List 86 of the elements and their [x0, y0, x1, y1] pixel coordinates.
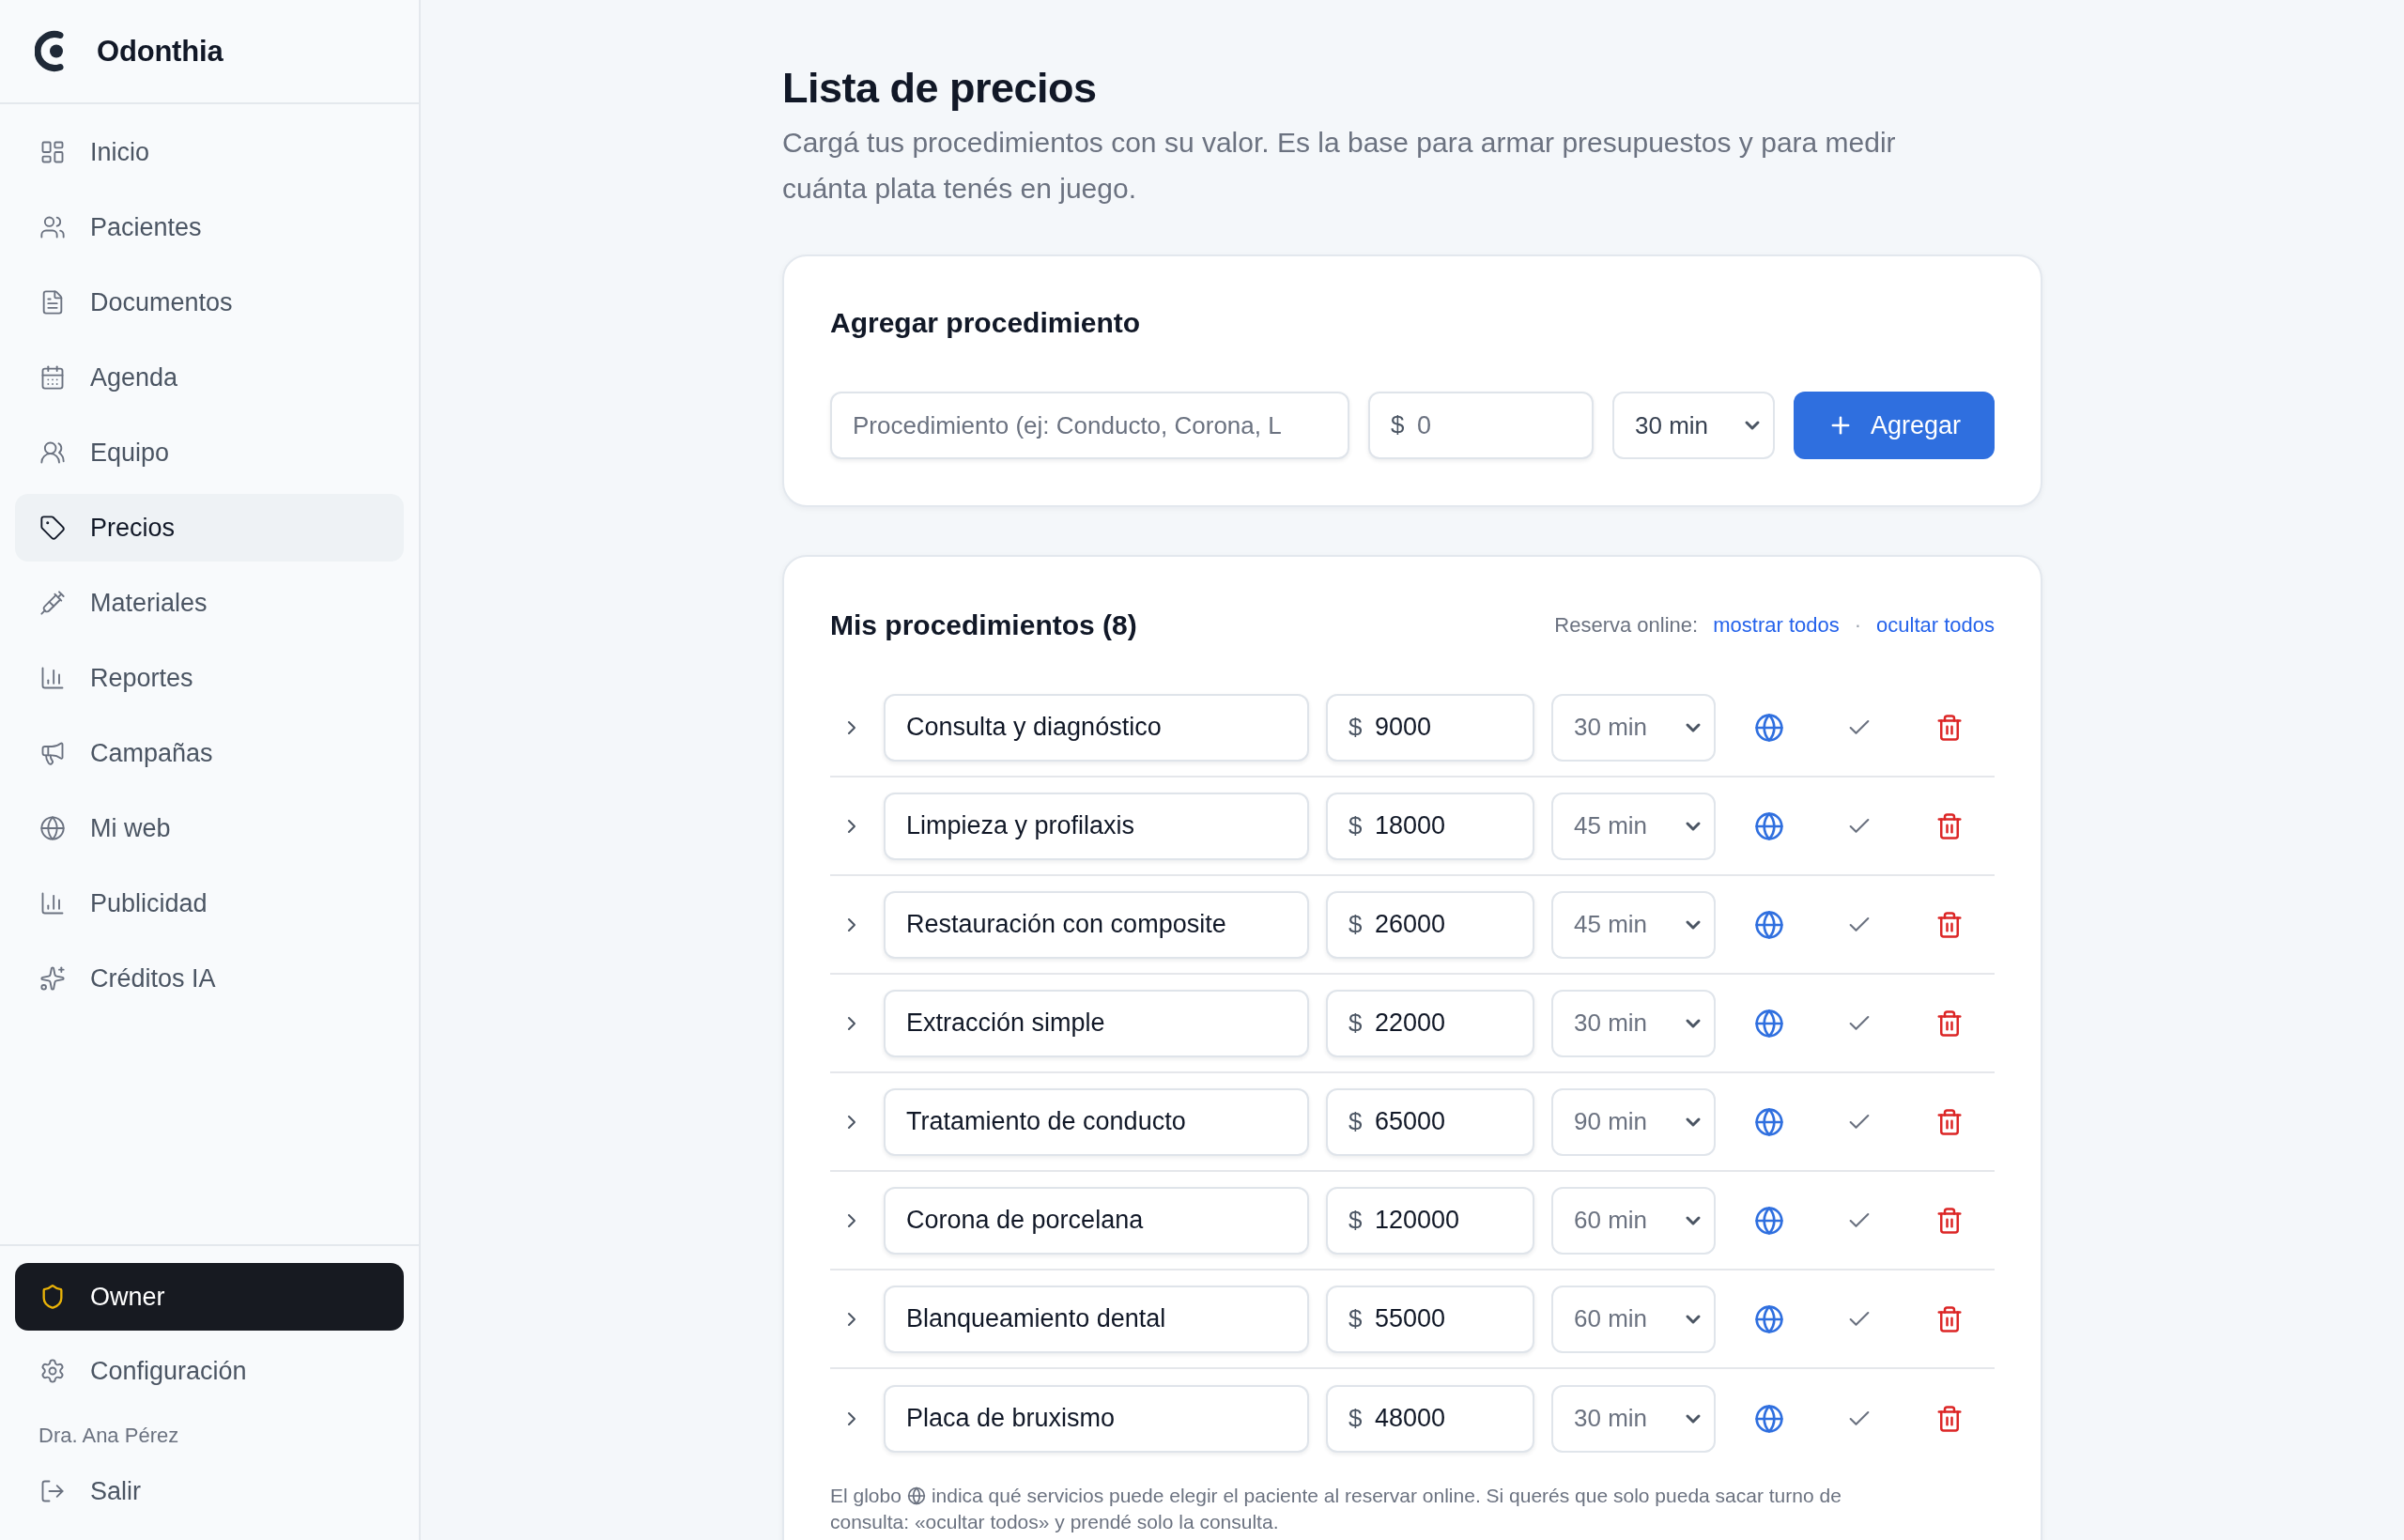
globe-icon[interactable] [1754, 909, 1784, 940]
footnote-text: indica qué servicios puede elegir el paciente al reservar online. Si querés que solo pueda sacar turno de [931, 1484, 1842, 1508]
bar-chart-icon [39, 665, 66, 691]
nav-item[interactable]: Agenda [15, 344, 404, 411]
add-button[interactable]: Agregar [1794, 392, 1995, 459]
trash-icon[interactable] [1935, 1009, 1964, 1038]
nav-item[interactable]: Configuración [15, 1337, 404, 1405]
currency-symbol: $ [1348, 1205, 1363, 1234]
globe-icon[interactable] [1754, 1303, 1784, 1334]
duration-select[interactable]: 30 min [1551, 1384, 1716, 1453]
globe-icon[interactable] [1754, 810, 1784, 841]
brand-name: Odonthia [97, 34, 223, 69]
nav-item[interactable]: Pacientes [15, 193, 404, 261]
globe-icon[interactable] [1754, 1008, 1784, 1039]
procedure-name-field[interactable]: Blanqueamiento dental [884, 1285, 1309, 1353]
globe-icon[interactable] [1754, 1205, 1784, 1236]
nav-item[interactable]: Documentos [15, 269, 404, 336]
duration-select[interactable]: 60 min [1551, 1186, 1716, 1255]
procedure-name-field[interactable]: Extracción simple [884, 989, 1309, 1057]
logout-icon [39, 1478, 66, 1504]
currency-symbol: $ [1348, 810, 1363, 839]
nav-item[interactable]: Materiales [15, 569, 404, 637]
globe-icon [906, 1486, 926, 1505]
duration-select[interactable]: 60 min [1551, 1285, 1716, 1353]
procedure-name-field[interactable]: Tratamiento de conducto [884, 1087, 1309, 1156]
nav-item[interactable]: Mi web [15, 794, 404, 862]
currency-symbol: $ [1348, 712, 1363, 741]
procedure-name-field[interactable]: Consulta y diagnóstico [884, 693, 1309, 762]
calendar-icon [39, 364, 66, 391]
page-description: Cargá tus procedimientos con su valor. Es la base para armar presupuestos y para medir cuánta plata tenés en juego. [782, 126, 1897, 206]
duration-select[interactable]: 30 min [1551, 693, 1716, 762]
nav-item[interactable]: Campañas [15, 719, 404, 787]
separator: · [1854, 613, 1862, 638]
dashboard-icon [39, 139, 66, 165]
megaphone-icon [39, 740, 66, 766]
role-button[interactable]: Owner [15, 1263, 404, 1331]
tag-icon [39, 515, 66, 541]
hide-all-link[interactable]: ocultar todos [1876, 613, 1995, 638]
nav-item[interactable]: Créditos IA [15, 945, 404, 1012]
nav-item[interactable]: Publicidad [15, 870, 404, 937]
logout-link[interactable]: Salir [15, 1457, 404, 1525]
procedure-name-field[interactable]: Restauración con composite [884, 890, 1309, 959]
online-booking-label: Reserva online: [1554, 613, 1699, 638]
duration-select[interactable]: 90 min [1551, 1087, 1716, 1156]
nav-item[interactable]: Precios [15, 494, 404, 562]
trash-icon[interactable] [1935, 1107, 1964, 1136]
trash-icon[interactable] [1935, 1206, 1964, 1235]
currency-symbol: $ [1348, 1008, 1363, 1037]
trash-icon[interactable] [1935, 1304, 1964, 1333]
settings-icon [39, 1358, 66, 1384]
duration-select[interactable]: 30 min [1612, 392, 1775, 459]
procedure-name-field[interactable]: Placa de bruxismo [884, 1384, 1309, 1453]
trash-icon[interactable] [1935, 1404, 1964, 1433]
sparkles-icon [39, 965, 66, 992]
trash-icon[interactable] [1935, 713, 1964, 742]
globe-icon [39, 815, 66, 841]
procedure-name-field[interactable]: Corona de porcelana [884, 1186, 1309, 1255]
bar-chart-icon [39, 890, 66, 916]
show-all-link[interactable]: mostrar todos [1713, 613, 1840, 638]
people-icon [39, 439, 66, 466]
trash-icon[interactable] [1935, 910, 1964, 939]
footnote-text: El globo [830, 1484, 902, 1508]
syringe-icon [39, 590, 66, 616]
section-title: Mis procedimientos (8) [830, 608, 1137, 642]
globe-icon[interactable] [1754, 1106, 1784, 1137]
nav-item[interactable]: Equipo [15, 419, 404, 486]
footnote-text: consulta: «ocultar todos» y prendé solo la consulta. [830, 1510, 1280, 1534]
nav-item[interactable]: Reportes [15, 644, 404, 712]
procedure-name-field[interactable]: Limpieza y profilaxis [884, 792, 1309, 860]
users-icon [39, 214, 66, 240]
duration-select[interactable]: 30 min [1551, 989, 1716, 1057]
currency-symbol: $ [1348, 1403, 1363, 1432]
globe-icon[interactable] [1754, 712, 1784, 743]
currency-symbol: $ [1348, 1106, 1363, 1135]
nav-item[interactable]: Inicio [15, 118, 404, 186]
globe-icon[interactable] [1754, 1403, 1784, 1434]
currency-symbol: $ [1348, 909, 1363, 938]
currency-symbol: $ [1391, 409, 1405, 439]
procedure-name-field[interactable]: Procedimiento (ej: Conducto, Corona, L [830, 392, 1349, 459]
currency-symbol: $ [1348, 1303, 1363, 1332]
section-title: Agregar procedimiento [830, 306, 1142, 340]
page-title: Lista de precios [782, 63, 1098, 114]
trash-icon[interactable] [1935, 811, 1964, 840]
duration-select[interactable]: 45 min [1551, 792, 1716, 860]
duration-select[interactable]: 45 min [1551, 890, 1716, 959]
user-name: Dra. Ana Pérez [38, 1423, 180, 1449]
